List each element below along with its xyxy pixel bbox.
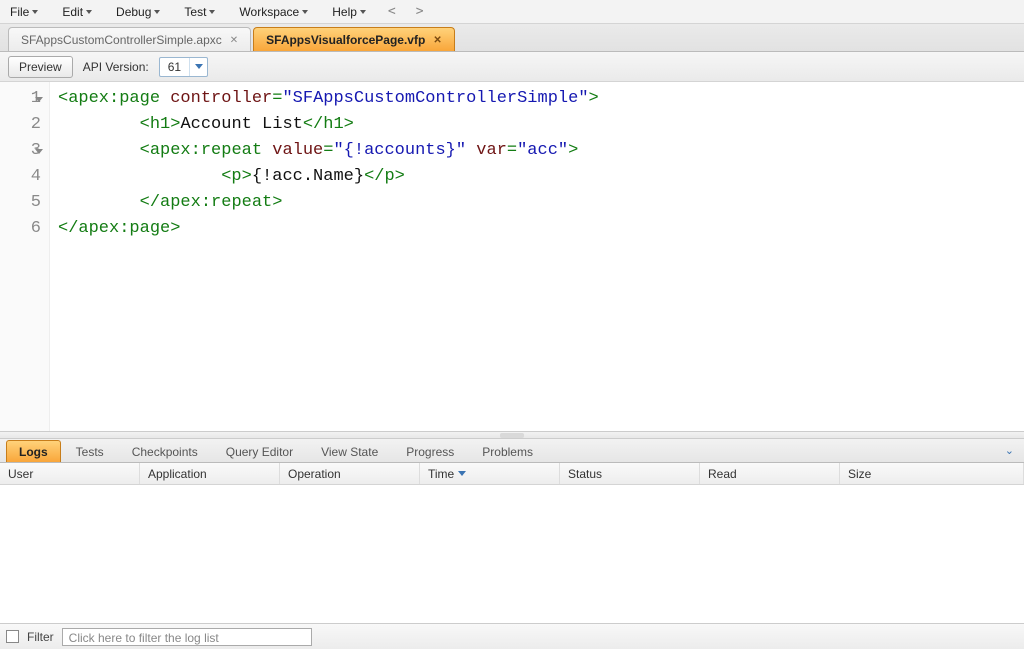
api-version-value: 61 — [160, 60, 189, 74]
line-gutter: 123456 — [0, 82, 50, 431]
code-editor[interactable]: 123456 <apex:page controller="SFAppsCust… — [0, 82, 1024, 431]
menubar: File Edit Debug Test Workspace Help < > — [0, 0, 1024, 24]
column-header-status[interactable]: Status — [560, 463, 700, 484]
menu-help[interactable]: Help — [326, 2, 372, 22]
line-number: 3 — [4, 138, 41, 164]
filter-input[interactable]: Click here to filter the log list — [62, 628, 312, 646]
column-header-operation[interactable]: Operation — [280, 463, 420, 484]
file-tabbar: SFAppsCustomControllerSimple.apxc✕SFApps… — [0, 24, 1024, 52]
bottom-tab-logs[interactable]: Logs — [6, 440, 61, 462]
menu-workspace[interactable]: Workspace — [233, 2, 314, 22]
preview-button[interactable]: Preview — [8, 56, 73, 78]
chevron-down-icon — [302, 10, 308, 14]
chevron-down-icon — [209, 10, 215, 14]
line-number: 6 — [4, 216, 41, 242]
api-version-select[interactable]: 61 — [159, 57, 208, 77]
chevron-down-icon — [86, 10, 92, 14]
file-tab[interactable]: SFAppsCustomControllerSimple.apxc ✕ — [8, 27, 251, 51]
fold-toggle-icon[interactable] — [35, 97, 43, 102]
chevron-down-icon — [360, 10, 366, 14]
bottom-panel: LogsTestsCheckpointsQuery EditorView Sta… — [0, 439, 1024, 649]
nav-forward-button[interactable]: > — [412, 4, 428, 19]
column-header-time[interactable]: Time — [420, 463, 560, 484]
dropdown-trigger[interactable] — [189, 58, 207, 76]
filter-label: Filter — [27, 630, 54, 644]
file-tab-label: SFAppsVisualforcePage.vfp — [266, 33, 425, 47]
file-tab[interactable]: SFAppsVisualforcePage.vfp ✕ — [253, 27, 455, 51]
menu-edit[interactable]: Edit — [56, 2, 98, 22]
close-icon[interactable]: ✕ — [431, 35, 443, 46]
code-line[interactable]: <apex:page controller="SFAppsCustomContr… — [58, 86, 1016, 112]
column-header-read[interactable]: Read — [700, 463, 840, 484]
bottom-tab-tests[interactable]: Tests — [63, 440, 117, 462]
sort-desc-icon — [458, 471, 466, 476]
file-tab-label: SFAppsCustomControllerSimple.apxc — [21, 33, 222, 47]
grip-icon — [500, 433, 524, 438]
api-version-label: API Version: — [83, 60, 149, 74]
column-header-application[interactable]: Application — [140, 463, 280, 484]
close-icon[interactable]: ✕ — [228, 35, 240, 46]
column-header-size[interactable]: Size — [840, 463, 1024, 484]
bottom-tab-problems[interactable]: Problems — [469, 440, 546, 462]
menu-debug[interactable]: Debug — [110, 2, 166, 22]
menu-file[interactable]: File — [4, 2, 44, 22]
bottom-tab-checkpoints[interactable]: Checkpoints — [119, 440, 211, 462]
editor-toolbar: Preview API Version: 61 — [0, 52, 1024, 82]
fold-toggle-icon[interactable] — [35, 149, 43, 154]
code-line[interactable]: <apex:repeat value="{!accounts}" var="ac… — [58, 138, 1016, 164]
code-area[interactable]: <apex:page controller="SFAppsCustomContr… — [50, 82, 1024, 431]
collapse-panel-icon[interactable]: ⌄ — [1001, 444, 1018, 457]
column-header-user[interactable]: User — [0, 463, 140, 484]
filter-bar: Filter Click here to filter the log list — [0, 623, 1024, 649]
line-number: 5 — [4, 190, 41, 216]
code-line[interactable]: <p>{!acc.Name}</p> — [58, 164, 1016, 190]
chevron-down-icon — [154, 10, 160, 14]
bottom-tab-progress[interactable]: Progress — [393, 440, 467, 462]
bottom-tabbar: LogsTestsCheckpointsQuery EditorView Sta… — [0, 439, 1024, 463]
nav-back-button[interactable]: < — [384, 4, 400, 19]
line-number: 2 — [4, 112, 41, 138]
logs-grid-header: UserApplicationOperationTimeStatusReadSi… — [0, 463, 1024, 485]
bottom-tab-view-state[interactable]: View State — [308, 440, 391, 462]
menu-test[interactable]: Test — [178, 2, 221, 22]
chevron-down-icon — [195, 64, 203, 69]
bottom-tab-query-editor[interactable]: Query Editor — [213, 440, 306, 462]
code-line[interactable]: </apex:page> — [58, 216, 1016, 242]
line-number: 4 — [4, 164, 41, 190]
horizontal-splitter[interactable] — [0, 431, 1024, 439]
chevron-down-icon — [32, 10, 38, 14]
code-line[interactable]: <h1>Account List</h1> — [58, 112, 1016, 138]
line-number: 1 — [4, 86, 41, 112]
logs-grid-body[interactable] — [0, 485, 1024, 623]
code-line[interactable]: </apex:repeat> — [58, 190, 1016, 216]
filter-checkbox[interactable] — [6, 630, 19, 643]
